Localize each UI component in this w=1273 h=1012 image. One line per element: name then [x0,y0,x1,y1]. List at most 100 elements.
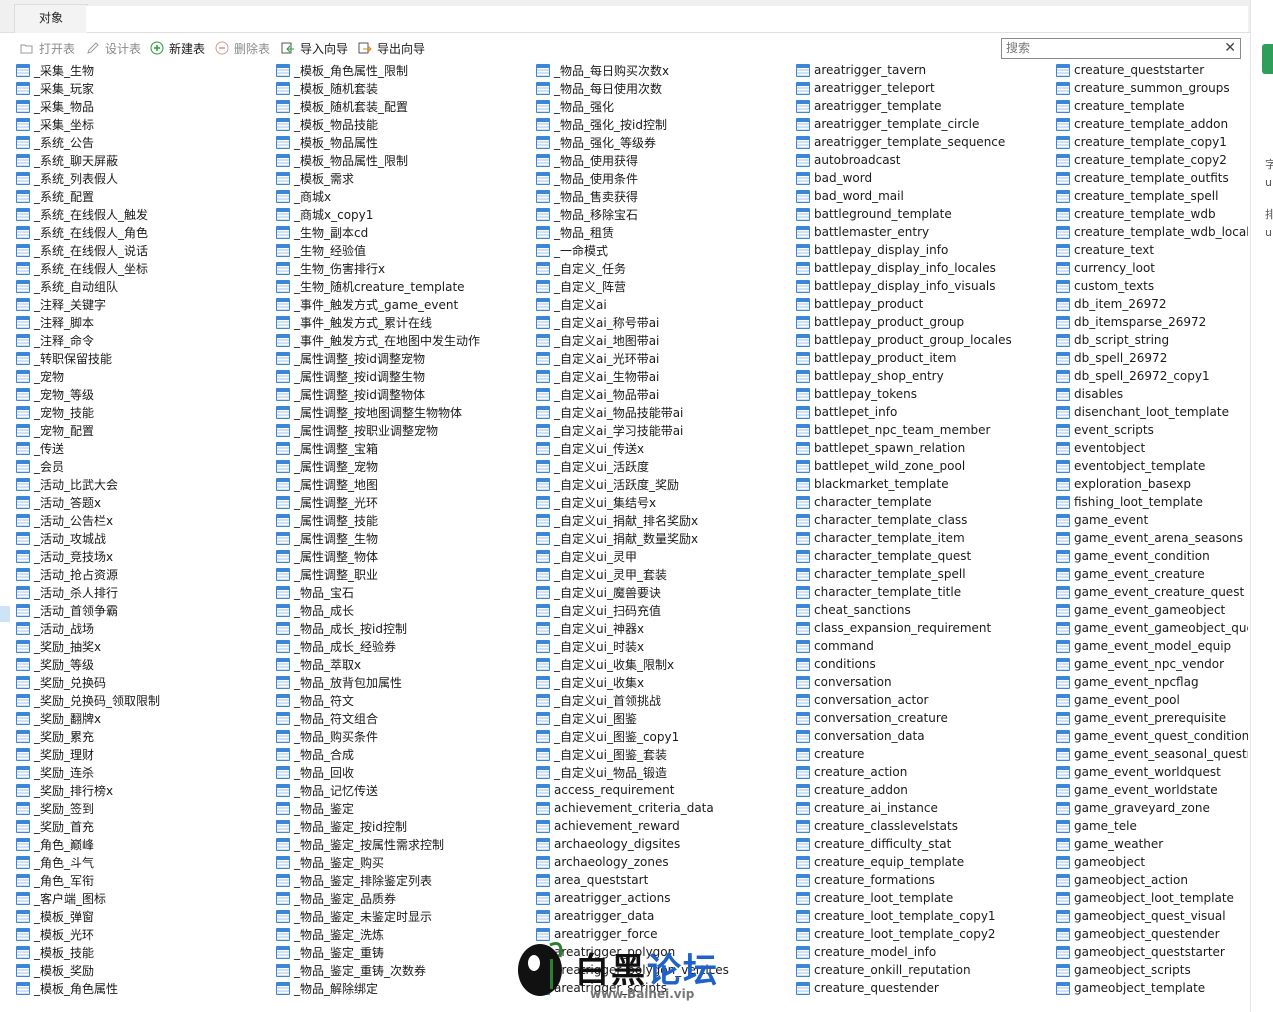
table-item[interactable]: _系统_在线假人_触发 [16,205,160,223]
table-item[interactable]: eventobject [1056,439,1248,457]
table-item[interactable]: _自定义ui_时装x [536,637,729,655]
table-item[interactable]: _物品_鉴定_重铸 [276,943,480,961]
table-item[interactable]: creature_queststarter [1056,61,1248,79]
table-item[interactable]: achievement_criteria_data [536,799,729,817]
table-item[interactable]: _系统_聊天屏蔽 [16,151,160,169]
table-item[interactable]: character_template [796,493,1012,511]
table-item[interactable]: _模板_物品属性 [276,133,480,151]
table-item[interactable]: conversation [796,673,1012,691]
table-item[interactable]: game_event_quest_condition [1056,727,1248,745]
table-item[interactable]: conditions [796,655,1012,673]
table-item[interactable]: _系统_在线假人_说话 [16,241,160,259]
table-item[interactable]: character_template_title [796,583,1012,601]
table-item[interactable]: _宠物_等级 [16,385,160,403]
table-item[interactable]: character_template_class [796,511,1012,529]
table-item[interactable]: game_event_gameobject_quest [1056,619,1248,637]
table-item[interactable]: _活动_比武大会 [16,475,160,493]
table-item[interactable]: bad_word [796,169,1012,187]
table-item[interactable]: game_event_model_equip [1056,637,1248,655]
table-item[interactable]: _客户端_图标 [16,889,160,907]
table-item[interactable]: _自定义ai_光环带ai [536,349,729,367]
table-item[interactable]: _采集_玩家 [16,79,160,97]
table-item[interactable]: creature_template_copy1 [1056,133,1248,151]
table-item[interactable]: game_event_creature [1056,565,1248,583]
table-item[interactable]: areatrigger_template [796,97,1012,115]
table-item[interactable]: _系统_在线假人_角色 [16,223,160,241]
table-item[interactable]: battlepay_display_info_locales [796,259,1012,277]
table-item[interactable]: _生物_伤害排行x [276,259,480,277]
table-item[interactable]: _自定义ui_捐献_数量奖励x [536,529,729,547]
table-item[interactable]: _生物_经验值 [276,241,480,259]
table-item[interactable]: creature_template_outfits [1056,169,1248,187]
table-item[interactable]: creature_formations [796,871,1012,889]
table-item[interactable]: event_scripts [1056,421,1248,439]
table-item[interactable]: _物品_鉴定_按id控制 [276,817,480,835]
table-item[interactable]: creature_classlevelstats [796,817,1012,835]
table-item[interactable]: game_event_npcflag [1056,673,1248,691]
table-item[interactable]: _属性调整_按id调整宠物 [276,349,480,367]
table-item[interactable]: _物品_合成 [276,745,480,763]
new-table-button[interactable]: 新建表 [150,39,205,57]
table-item[interactable]: _模板_物品技能 [276,115,480,133]
table-item[interactable]: _自定义ai_物品带ai [536,385,729,403]
table-item[interactable]: _奖励_签到 [16,799,160,817]
table-item[interactable]: db_itemsparse_26972 [1056,313,1248,331]
design-table-button[interactable]: 设计表 [86,39,141,57]
table-item[interactable]: gameobject_quest_visual [1056,907,1248,925]
table-item[interactable]: _属性调整_职业 [276,565,480,583]
table-item[interactable]: battleground_template [796,205,1012,223]
table-item[interactable]: gameobject_loot_template [1056,889,1248,907]
excel-icon[interactable] [1262,44,1273,74]
table-item[interactable]: gameobject_scripts [1056,961,1248,979]
table-item[interactable]: db_script_string [1056,331,1248,349]
table-item[interactable]: _属性调整_宠物 [276,457,480,475]
table-item[interactable]: _物品_成长_按id控制 [276,619,480,637]
table-item[interactable]: _活动_公告栏x [16,511,160,529]
table-item[interactable]: _一命模式 [536,241,729,259]
table-item[interactable]: creature_action [796,763,1012,781]
table-item[interactable]: game_event_worldstate [1056,781,1248,799]
table-item[interactable]: battlepay_product [796,295,1012,313]
table-item[interactable]: _属性调整_光环 [276,493,480,511]
table-item[interactable]: gameobject [1056,853,1248,871]
table-item[interactable]: custom_texts [1056,277,1248,295]
table-item[interactable]: _属性调整_按id调整物体 [276,385,480,403]
table-item[interactable]: creature_loot_template_copy1 [796,907,1012,925]
table-item[interactable]: battlepay_display_info_visuals [796,277,1012,295]
table-item[interactable]: _物品_使用获得 [536,151,729,169]
table-item[interactable]: creature_ai_instance [796,799,1012,817]
table-item[interactable]: creature_template_wdb_locale [1056,223,1248,241]
table-item[interactable]: _奖励_兑换码_领取限制 [16,691,160,709]
table-item[interactable]: _自定义ai_学习技能带ai [536,421,729,439]
table-item[interactable]: _角色_军衔 [16,871,160,889]
table-item[interactable]: _系统_在线假人_坐标 [16,259,160,277]
table-item[interactable]: _注释_脚本 [16,313,160,331]
table-item[interactable]: _自定义ui_魔兽要诀 [536,583,729,601]
table-item[interactable]: _属性调整_技能 [276,511,480,529]
table-item[interactable]: game_event_npc_vendor [1056,655,1248,673]
table-item[interactable]: _自定义ui_灵甲_套装 [536,565,729,583]
table-item[interactable]: archaeology_zones [536,853,729,871]
table-item[interactable]: game_event_seasonal_questrelation [1056,745,1248,763]
table-item[interactable]: disables [1056,385,1248,403]
table-item[interactable]: _自定义ui_活跃度_奖励 [536,475,729,493]
table-item[interactable]: eventobject_template [1056,457,1248,475]
table-item[interactable]: _宠物_配置 [16,421,160,439]
table-item[interactable]: _物品_解除绑定 [276,979,480,997]
table-item[interactable]: _属性调整_宝箱 [276,439,480,457]
table-item[interactable]: _自定义ui_收集_限制x [536,655,729,673]
table-item[interactable]: _物品_每日使用次数 [536,79,729,97]
table-item[interactable]: db_item_26972 [1056,295,1248,313]
table-item[interactable]: conversation_actor [796,691,1012,709]
table-item[interactable]: _系统_列表假人 [16,169,160,187]
table-item[interactable]: gameobject_queststarter [1056,943,1248,961]
table-item[interactable]: _自定义_阵营 [536,277,729,295]
table-item[interactable]: _奖励_等级 [16,655,160,673]
table-item[interactable]: creature_loot_template [796,889,1012,907]
table-item[interactable]: blackmarket_template [796,475,1012,493]
table-item[interactable]: game_tele [1056,817,1248,835]
table-item[interactable]: _系统_配置 [16,187,160,205]
table-item[interactable]: _属性调整_生物 [276,529,480,547]
table-item[interactable]: game_event_arena_seasons [1056,529,1248,547]
clear-search-icon[interactable]: ✕ [1224,39,1236,57]
